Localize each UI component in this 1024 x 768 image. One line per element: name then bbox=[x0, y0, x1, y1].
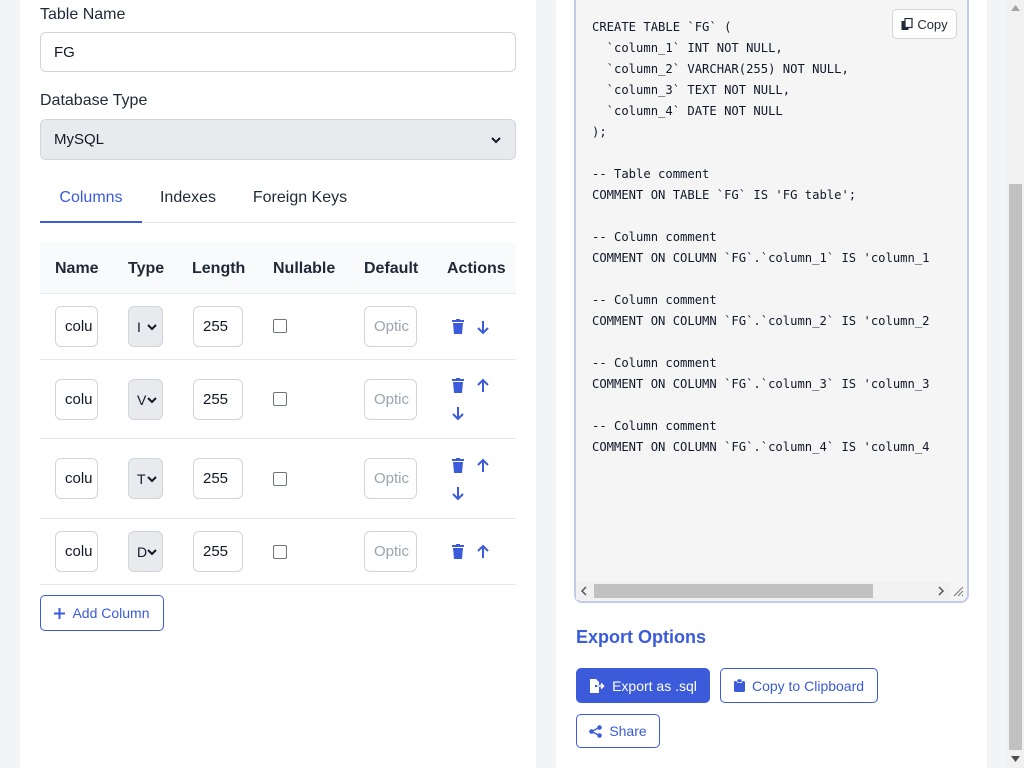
file-export-icon bbox=[590, 678, 605, 693]
chevron-down-icon bbox=[147, 476, 157, 483]
table-row: colu I 255 Optic bbox=[40, 294, 516, 360]
column-type-select[interactable]: D bbox=[128, 531, 163, 572]
page-vertical-scrollbar[interactable] bbox=[1007, 0, 1024, 768]
column-length-input[interactable]: 255 bbox=[193, 306, 243, 347]
sql-code-block[interactable]: CREATE TABLE `FG` ( `column_1` INT NOT N… bbox=[574, 0, 969, 603]
database-type-label: Database Type bbox=[40, 92, 148, 109]
page-scroll-thumb[interactable] bbox=[1009, 184, 1022, 750]
column-name-input[interactable]: colu bbox=[55, 306, 98, 347]
header-nullable: Nullable bbox=[273, 260, 336, 277]
clipboard-icon bbox=[733, 679, 745, 692]
code-scroll-thumb[interactable] bbox=[594, 584, 873, 598]
trash-icon[interactable] bbox=[451, 458, 465, 474]
table-name-label: Table Name bbox=[40, 6, 126, 23]
resize-handle-icon[interactable] bbox=[952, 585, 964, 597]
nullable-checkbox[interactable] bbox=[273, 545, 287, 559]
table-row: colu T 255 Optic bbox=[40, 439, 516, 519]
copy-code-button[interactable]: Copy bbox=[892, 9, 957, 39]
header-actions: Actions bbox=[447, 260, 506, 277]
share-button[interactable]: Share bbox=[576, 714, 660, 748]
sql-code-text: CREATE TABLE `FG` ( `column_1` INT NOT N… bbox=[592, 20, 930, 454]
arrow-down-icon[interactable] bbox=[476, 319, 490, 335]
header-default: Default bbox=[364, 260, 419, 277]
trash-icon[interactable] bbox=[451, 319, 465, 335]
scroll-up-icon[interactable] bbox=[1011, 5, 1020, 11]
plus-icon bbox=[54, 607, 66, 619]
default-input[interactable]: Optic bbox=[364, 379, 417, 420]
export-options-title: Export Options bbox=[576, 627, 706, 647]
tab-indexes[interactable]: Indexes bbox=[148, 178, 228, 223]
column-type-select[interactable]: T bbox=[128, 458, 163, 499]
copy-to-clipboard-button[interactable]: Copy to Clipboard bbox=[720, 668, 878, 703]
trash-icon[interactable] bbox=[451, 378, 465, 394]
columns-table-header: Name Type Length Nullable Default Action… bbox=[40, 242, 516, 294]
copy-to-clipboard-label: Copy to Clipboard bbox=[751, 677, 865, 694]
column-name-input[interactable]: colu bbox=[55, 379, 98, 420]
copy-code-label: Copy bbox=[917, 16, 948, 32]
add-column-button[interactable]: Add Column bbox=[40, 595, 164, 631]
add-column-label: Add Column bbox=[72, 605, 150, 621]
tab-bar: Columns Indexes Foreign Keys bbox=[40, 178, 516, 223]
header-length: Length bbox=[192, 260, 246, 277]
column-type-select[interactable]: V bbox=[128, 379, 163, 420]
column-length-input[interactable]: 255 bbox=[193, 379, 243, 420]
table-row: colu V 255 Optic bbox=[40, 360, 516, 439]
column-name-input[interactable]: colu bbox=[55, 458, 98, 499]
chevron-down-icon bbox=[147, 397, 157, 404]
header-type: Type bbox=[128, 260, 165, 277]
scroll-left-icon[interactable] bbox=[580, 586, 588, 596]
arrow-up-icon[interactable] bbox=[476, 378, 490, 394]
export-sql-button[interactable]: Export as .sql bbox=[576, 668, 710, 703]
default-input[interactable]: Optic bbox=[364, 531, 417, 572]
database-type-value: MySQL bbox=[54, 131, 105, 148]
chevron-down-icon bbox=[491, 136, 501, 143]
export-sql-label: Export as .sql bbox=[612, 677, 697, 694]
header-name: Name bbox=[55, 260, 99, 277]
scroll-down-icon[interactable] bbox=[1011, 756, 1020, 762]
tab-columns[interactable]: Columns bbox=[40, 178, 142, 223]
copy-icon bbox=[901, 17, 913, 30]
table-row: colu D 255 Optic bbox=[40, 519, 516, 585]
arrow-down-icon[interactable] bbox=[451, 485, 465, 501]
trash-icon[interactable] bbox=[451, 544, 465, 560]
arrow-up-icon[interactable] bbox=[476, 458, 490, 474]
nullable-checkbox[interactable] bbox=[273, 319, 287, 333]
nullable-checkbox[interactable] bbox=[273, 472, 287, 486]
table-name-input[interactable]: FG bbox=[40, 32, 516, 72]
arrow-down-icon[interactable] bbox=[451, 405, 465, 421]
column-name-input[interactable]: colu bbox=[55, 531, 98, 572]
scroll-right-icon[interactable] bbox=[937, 586, 945, 596]
arrow-up-icon[interactable] bbox=[476, 544, 490, 560]
chevron-down-icon bbox=[147, 549, 157, 556]
column-length-input[interactable]: 255 bbox=[193, 458, 243, 499]
share-icon bbox=[589, 724, 603, 738]
column-type-select[interactable]: I bbox=[128, 306, 163, 347]
default-input[interactable]: Optic bbox=[364, 306, 417, 347]
default-input[interactable]: Optic bbox=[364, 458, 417, 499]
nullable-checkbox[interactable] bbox=[273, 392, 287, 406]
chevron-down-icon bbox=[147, 324, 157, 331]
table-name-value: FG bbox=[54, 43, 75, 61]
column-length-input[interactable]: 255 bbox=[193, 531, 243, 572]
code-horizontal-scrollbar[interactable] bbox=[576, 582, 950, 600]
tab-foreign-keys[interactable]: Foreign Keys bbox=[246, 178, 354, 223]
share-label: Share bbox=[609, 723, 647, 739]
database-type-select[interactable]: MySQL bbox=[40, 119, 516, 160]
